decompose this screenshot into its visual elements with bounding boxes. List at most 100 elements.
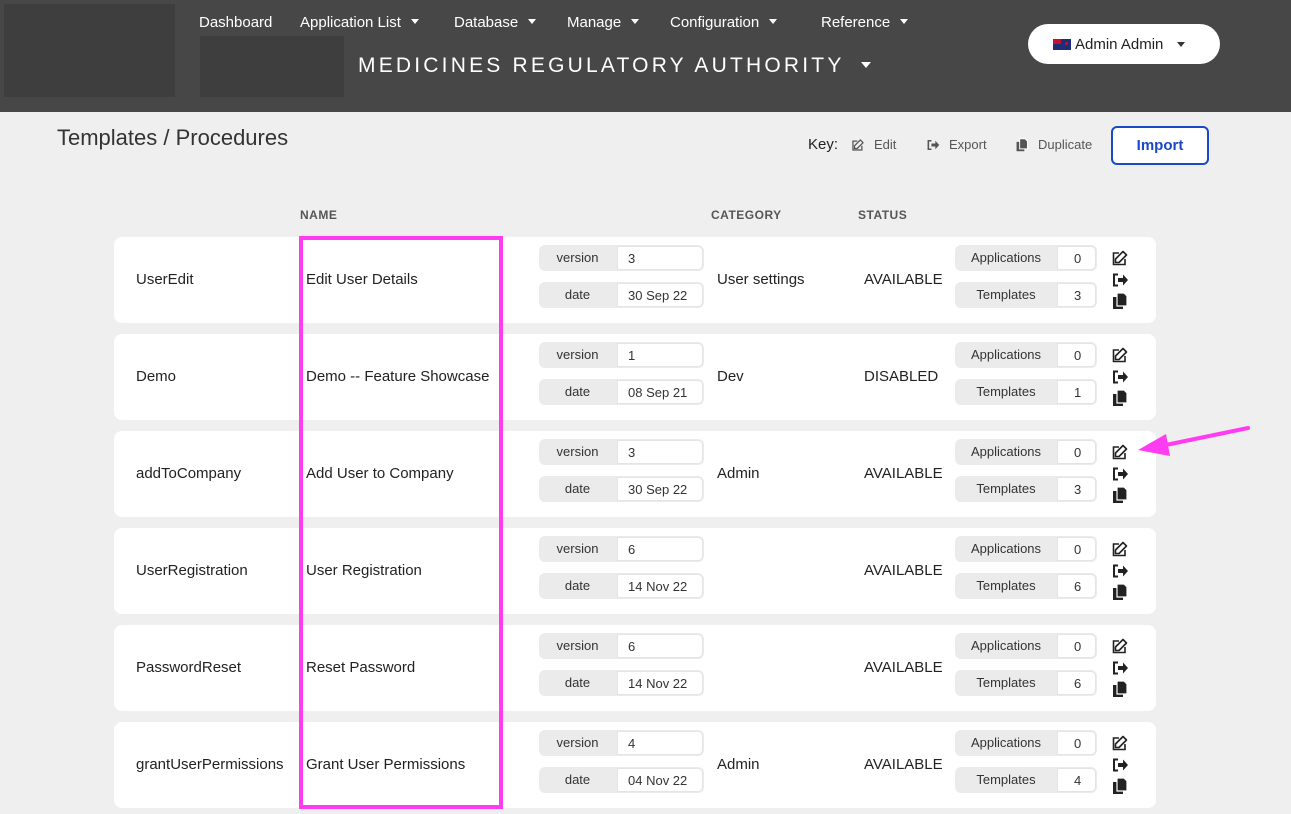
- duplicate-icon[interactable]: [1111, 680, 1129, 698]
- date-label: date: [564, 384, 591, 399]
- import-button[interactable]: Import: [1111, 126, 1209, 165]
- nav-item-application-list[interactable]: Application List: [300, 14, 419, 31]
- template-row[interactable]: UserEdit Edit User Details version 3 dat…: [114, 237, 1156, 323]
- duplicate-icon: [1016, 137, 1028, 151]
- duplicate-icon[interactable]: [1111, 486, 1129, 504]
- org-name: MEDICINES REGULATORY AUTHORITY: [358, 54, 845, 77]
- templates-label: Templates: [976, 384, 1036, 399]
- caret-down-icon: [900, 19, 909, 24]
- template-row[interactable]: UserRegistration User Registration versi…: [114, 528, 1156, 614]
- template-code: UserEdit: [136, 271, 194, 288]
- template-row[interactable]: grantUserPermissions Grant User Permissi…: [114, 722, 1156, 808]
- template-status: AVAILABLE: [864, 562, 943, 579]
- column-header-category[interactable]: CATEGORY: [711, 208, 782, 222]
- export-icon[interactable]: [1111, 271, 1129, 289]
- version-value: 6: [617, 634, 703, 658]
- version-label: version: [556, 541, 599, 556]
- applications-count: 0: [1057, 246, 1096, 270]
- version-value: 1: [617, 343, 703, 367]
- applications-label: Applications: [970, 638, 1042, 653]
- templates-count: 3: [1057, 283, 1096, 307]
- edit-icon[interactable]: [1111, 443, 1129, 461]
- org-logo-placeholder: [200, 36, 344, 97]
- nz-flag-icon: [1053, 38, 1071, 50]
- templates-label: Templates: [976, 481, 1036, 496]
- templates-label: Templates: [976, 287, 1036, 302]
- export-icon[interactable]: [1111, 368, 1129, 386]
- templates-pill: Templates 3: [955, 476, 1097, 502]
- template-row[interactable]: addToCompany Add User to Company version…: [114, 431, 1156, 517]
- template-category: Admin: [717, 465, 760, 482]
- user-menu-button[interactable]: Admin Admin: [1028, 24, 1220, 64]
- nav-item-configuration[interactable]: Configuration: [670, 14, 778, 31]
- template-status: AVAILABLE: [864, 465, 943, 482]
- template-code: Demo: [136, 368, 177, 385]
- edit-icon[interactable]: [1111, 346, 1129, 364]
- caret-down-icon: [528, 19, 537, 24]
- column-header-name[interactable]: NAME: [300, 208, 337, 222]
- date-pill: date 08 Sep 21: [539, 379, 704, 405]
- edit-icon: [852, 138, 864, 151]
- template-code: PasswordReset: [136, 659, 242, 676]
- nav-item-database[interactable]: Database: [454, 14, 537, 31]
- applications-pill: Applications 0: [955, 730, 1097, 756]
- key-label: Key:: [808, 136, 839, 153]
- duplicate-icon[interactable]: [1111, 389, 1129, 407]
- template-row[interactable]: Demo Demo -- Feature Showcase version 1 …: [114, 334, 1156, 420]
- user-name: Admin Admin: [1075, 35, 1164, 53]
- date-pill: date 14 Nov 22: [539, 670, 704, 696]
- templates-pill: Templates 4: [955, 767, 1097, 793]
- template-category: User settings: [717, 271, 805, 288]
- date-value: 30 Sep 22: [617, 283, 703, 307]
- nav-item-label: Application List: [300, 14, 401, 31]
- template-status: AVAILABLE: [864, 756, 943, 773]
- nav-item-reference[interactable]: Reference: [821, 14, 909, 31]
- duplicate-icon[interactable]: [1111, 292, 1129, 310]
- org-selector[interactable]: MEDICINES REGULATORY AUTHORITY: [358, 54, 871, 78]
- edit-icon[interactable]: [1111, 249, 1129, 267]
- date-value: 08 Sep 21: [617, 380, 703, 404]
- nav-item-manage[interactable]: Manage: [567, 14, 640, 31]
- version-label: version: [556, 250, 599, 265]
- column-header-status[interactable]: STATUS: [858, 208, 907, 222]
- date-pill: date 14 Nov 22: [539, 573, 704, 599]
- caret-down-icon: [1177, 41, 1186, 47]
- templates-pill: Templates 3: [955, 282, 1097, 308]
- applications-pill: Applications 0: [955, 536, 1097, 562]
- export-icon[interactable]: [1111, 659, 1129, 677]
- templates-label: Templates: [976, 675, 1036, 690]
- template-status: AVAILABLE: [864, 659, 943, 676]
- template-category: Dev: [717, 368, 744, 385]
- templates-label: Templates: [976, 772, 1036, 787]
- version-label: version: [556, 638, 599, 653]
- nav-item-dashboard[interactable]: Dashboard: [199, 14, 272, 31]
- annotation-arrow-icon: [1138, 426, 1250, 456]
- nav-item-label: Manage: [567, 14, 622, 31]
- template-name: Reset Password: [306, 659, 416, 676]
- caret-down-icon: [410, 19, 419, 24]
- edit-icon[interactable]: [1111, 734, 1129, 752]
- edit-icon[interactable]: [1111, 637, 1129, 655]
- applications-count: 0: [1057, 537, 1096, 561]
- template-code: addToCompany: [136, 465, 242, 482]
- key-export: Export: [926, 137, 987, 152]
- date-pill: date 30 Sep 22: [539, 282, 704, 308]
- date-pill: date 30 Sep 22: [539, 476, 704, 502]
- applications-count: 0: [1057, 634, 1096, 658]
- version-value: 3: [617, 440, 703, 464]
- duplicate-icon[interactable]: [1111, 583, 1129, 601]
- version-value: 6: [617, 537, 703, 561]
- template-name: User Registration: [306, 562, 422, 579]
- templates-pill: Templates 1: [955, 379, 1097, 405]
- export-icon[interactable]: [1111, 562, 1129, 580]
- applications-label: Applications: [970, 541, 1042, 556]
- export-icon[interactable]: [1111, 465, 1129, 483]
- templates-count: 6: [1057, 671, 1096, 695]
- template-status: AVAILABLE: [864, 271, 943, 288]
- template-row[interactable]: PasswordReset Reset Password version 6 d…: [114, 625, 1156, 711]
- applications-pill: Applications 0: [955, 245, 1097, 271]
- duplicate-icon[interactable]: [1111, 777, 1129, 795]
- template-code: grantUserPermissions: [136, 756, 284, 773]
- edit-icon[interactable]: [1111, 540, 1129, 558]
- export-icon[interactable]: [1111, 756, 1129, 774]
